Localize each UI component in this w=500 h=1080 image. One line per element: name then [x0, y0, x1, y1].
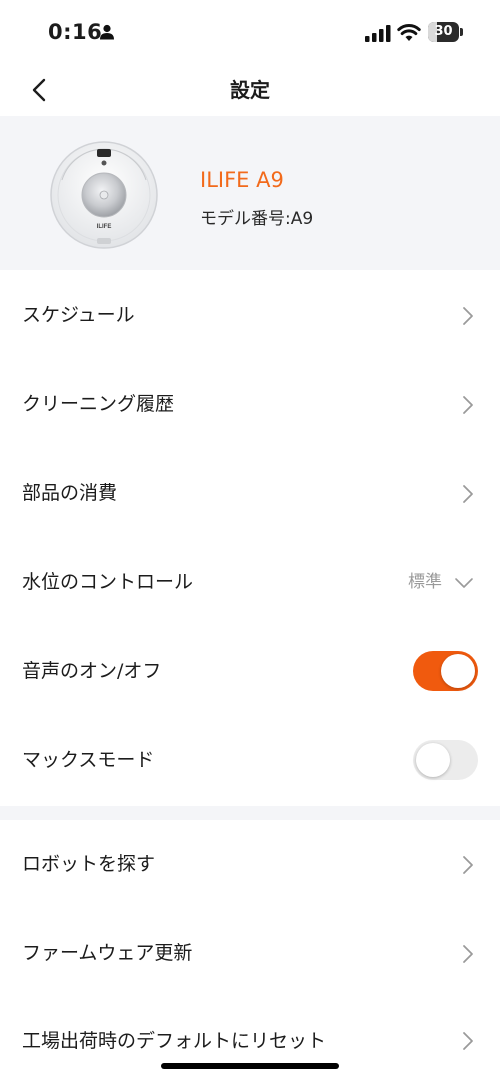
chevron-right-icon: [463, 485, 473, 503]
robot-vacuum-image: ILIFE: [50, 141, 158, 249]
status-bar: 0:16 30: [0, 0, 500, 62]
voice-toggle[interactable]: [413, 651, 478, 691]
cleaning-history-label: クリーニング履歴: [22, 393, 175, 415]
chevron-right-icon: [463, 945, 473, 963]
wifi-icon: [397, 24, 421, 41]
settings-group-2: ロボットを探す ファームウェア更新 工場出荷時のデフォルトにリセット: [0, 820, 500, 1068]
section-divider: [0, 806, 500, 820]
schedule-row[interactable]: スケジュール: [0, 271, 500, 360]
max-mode-toggle[interactable]: [413, 740, 478, 780]
water-level-row[interactable]: 水位のコントロール 標準: [0, 538, 500, 627]
max-mode-row: マックスモード: [0, 716, 500, 805]
chevron-right-icon: [463, 1032, 473, 1050]
water-level-label: 水位のコントロール: [22, 571, 194, 593]
water-level-select[interactable]: 標準: [408, 538, 442, 627]
page-title: 設定: [230, 78, 270, 102]
chevron-right-icon: [463, 396, 473, 414]
max-mode-label: マックスモード: [22, 749, 155, 771]
firmware-update-row[interactable]: ファームウェア更新: [0, 909, 500, 998]
factory-reset-row[interactable]: 工場出荷時のデフォルトにリセット: [0, 998, 500, 1068]
parts-consumption-row[interactable]: 部品の消費: [0, 449, 500, 538]
status-time: 0:16: [48, 20, 103, 44]
home-indicator[interactable]: [161, 1063, 339, 1069]
cleaning-history-row[interactable]: クリーニング履歴: [0, 360, 500, 449]
device-card: ILIFE ILIFE A9 モデル番号:A9: [0, 116, 500, 270]
schedule-label: スケジュール: [22, 304, 135, 326]
device-model: モデル番号:A9: [200, 209, 314, 229]
find-robot-row[interactable]: ロボットを探す: [0, 820, 500, 909]
nav-bar: 設定: [0, 62, 500, 116]
battery-level: 30: [434, 24, 453, 39]
voice-label: 音声のオン/オフ: [22, 660, 162, 682]
find-robot-label: ロボットを探す: [22, 853, 156, 875]
battery-icon: 30: [428, 22, 464, 42]
chevron-down-icon[interactable]: [454, 577, 474, 589]
robot-logo-text: ILIFE: [97, 224, 112, 230]
chevron-right-icon: [463, 307, 473, 325]
toggle-knob: [441, 654, 475, 688]
settings-group-1: スケジュール クリーニング履歴 部品の消費 水位のコントロール 標準 音声のオン…: [0, 271, 500, 805]
voice-row: 音声のオン/オフ: [0, 627, 500, 716]
device-name: ILIFE A9: [200, 168, 284, 192]
person-icon: [100, 24, 114, 40]
signal-icon: [365, 25, 391, 42]
parts-consumption-label: 部品の消費: [22, 482, 118, 504]
toggle-knob: [416, 743, 450, 777]
chevron-right-icon: [463, 856, 473, 874]
firmware-update-label: ファームウェア更新: [22, 942, 193, 964]
